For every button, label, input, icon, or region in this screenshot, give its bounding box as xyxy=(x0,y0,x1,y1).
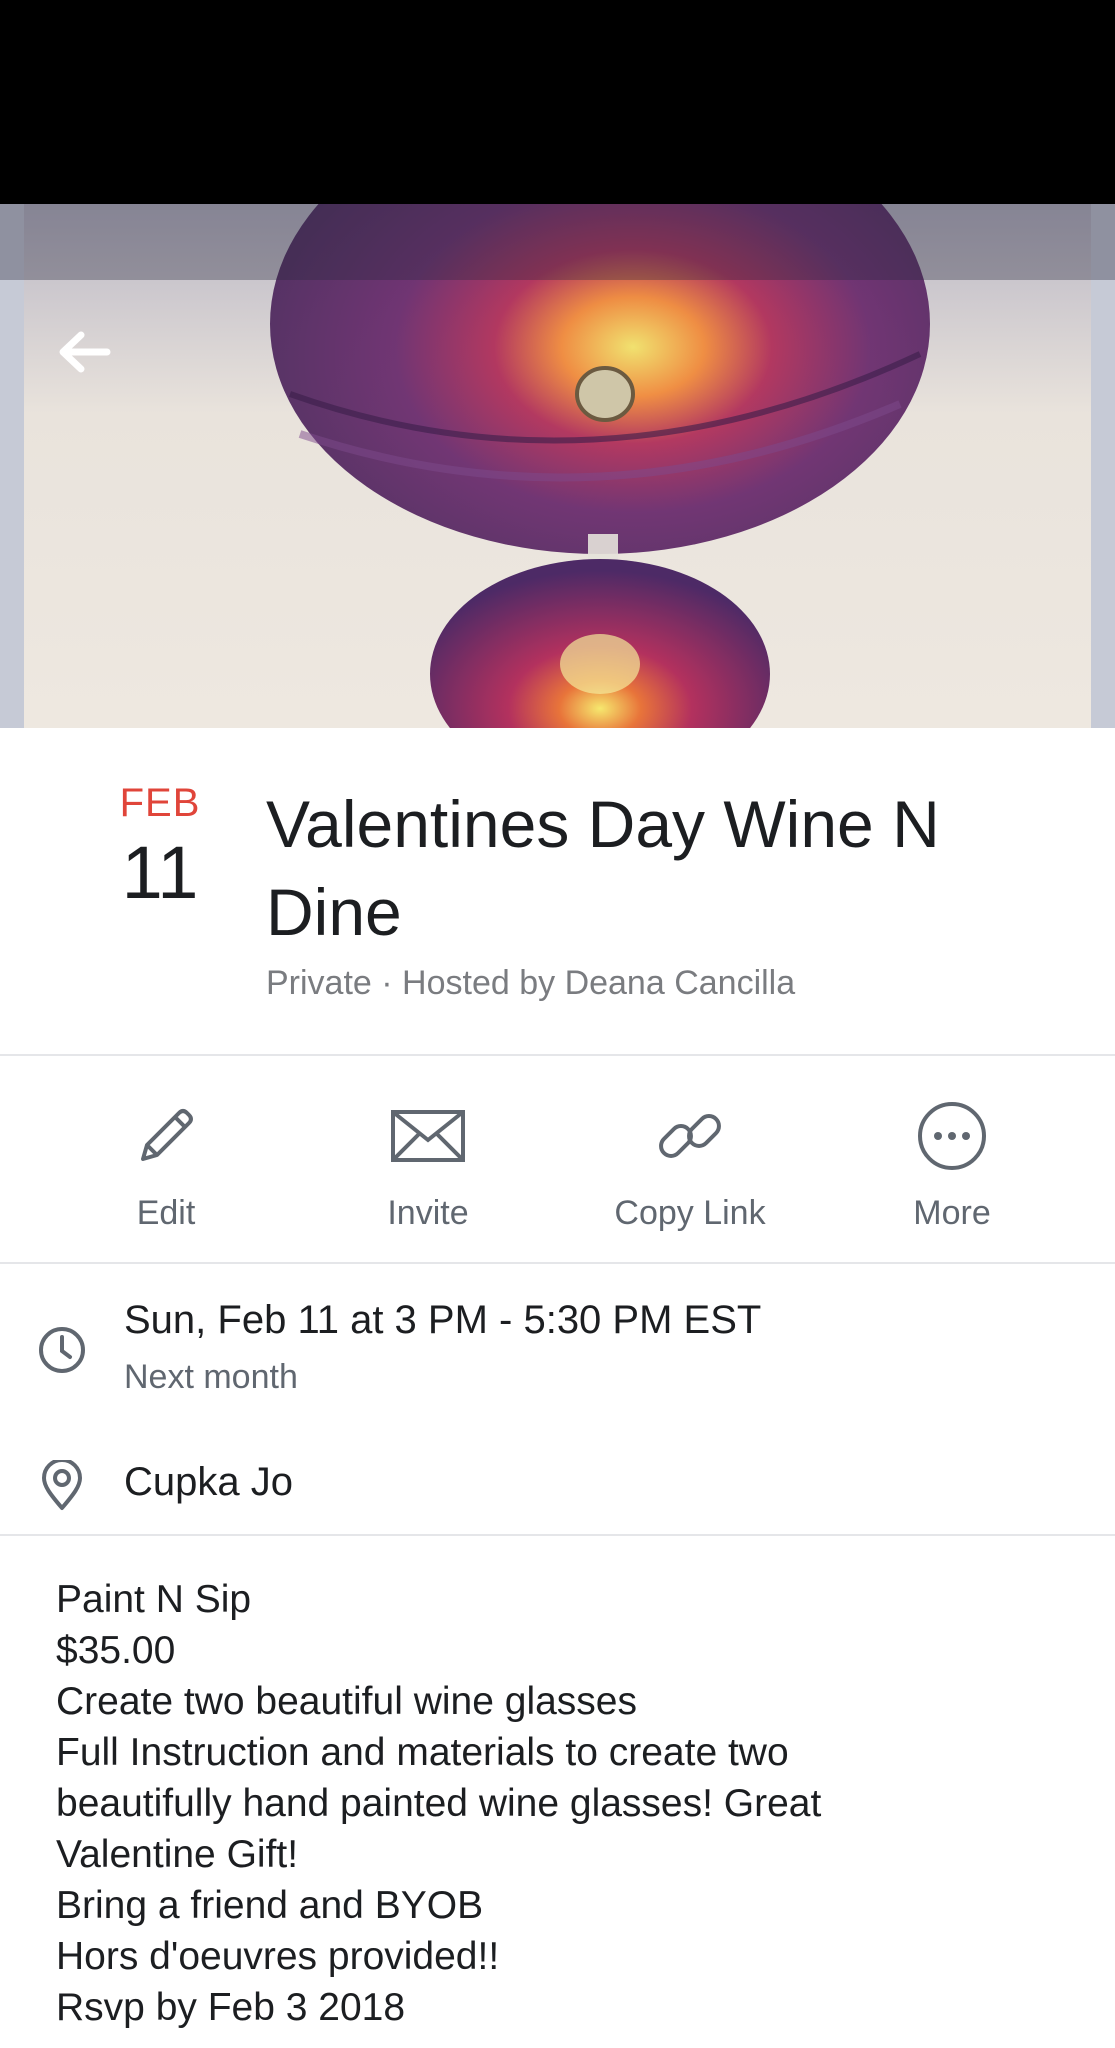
divider xyxy=(0,1262,1115,1264)
cover-photo xyxy=(0,204,1115,728)
wine-glass-image xyxy=(270,204,930,728)
clock-icon xyxy=(36,1324,88,1376)
description-line: Paint N Sip xyxy=(56,1578,252,1621)
more-label: More xyxy=(913,1194,991,1232)
event-host-info[interactable]: Private · Hosted by Deana Cancilla xyxy=(266,964,795,1003)
edit-label: Edit xyxy=(136,1194,196,1232)
more-icon xyxy=(918,1102,986,1170)
copy-link-label: Copy Link xyxy=(614,1194,766,1232)
invite-button[interactable]: Invite xyxy=(328,1096,528,1233)
event-page: FEB 11 Valentines Day Wine N Dine Privat… xyxy=(0,0,1115,2048)
invite-label: Invite xyxy=(387,1194,469,1232)
pencil-icon xyxy=(141,1109,193,1161)
photo-top-shade xyxy=(0,204,1115,280)
more-button[interactable]: More xyxy=(852,1096,1052,1233)
back-arrow-icon xyxy=(59,331,111,373)
event-description: Paint N Sip $35.00 Create two beautiful … xyxy=(56,1574,1056,2033)
description-line: Full Instruction and materials to create… xyxy=(56,1731,789,1774)
description-line: $35.00 xyxy=(56,1629,176,1672)
event-date: FEB 11 xyxy=(100,778,220,918)
event-location[interactable]: Cupka Jo xyxy=(124,1460,293,1505)
event-day: 11 xyxy=(121,831,199,914)
link-icon xyxy=(659,1114,721,1158)
event-month: FEB xyxy=(119,781,201,825)
edit-button[interactable]: Edit xyxy=(66,1096,266,1233)
status-bar xyxy=(0,0,1115,204)
event-title: Valentines Day Wine N Dine xyxy=(266,787,940,949)
description-line: Valentine Gift! xyxy=(56,1833,299,1876)
event-time-relative: Next month xyxy=(124,1358,298,1396)
description-line: Bring a friend and BYOB xyxy=(56,1884,484,1927)
back-button[interactable] xyxy=(54,325,114,379)
photo-frame-right xyxy=(1091,204,1115,728)
event-time[interactable]: Sun, Feb 11 at 3 PM - 5:30 PM EST xyxy=(124,1298,761,1343)
copy-link-button[interactable]: Copy Link xyxy=(590,1096,790,1233)
action-row: Edit Invite Copy Link More xyxy=(0,1056,1115,1262)
description-line: beautifully hand painted wine glasses! G… xyxy=(56,1782,822,1825)
description-line: Hors d'oeuvres provided!! xyxy=(56,1935,500,1978)
envelope-icon xyxy=(391,1110,465,1162)
divider xyxy=(0,1534,1115,1536)
description-line: Rsvp by Feb 3 2018 xyxy=(56,1986,406,2029)
location-pin-icon xyxy=(36,1460,88,1512)
photo-frame-left xyxy=(0,204,24,728)
description-line: Create two beautiful wine glasses xyxy=(56,1680,637,1723)
